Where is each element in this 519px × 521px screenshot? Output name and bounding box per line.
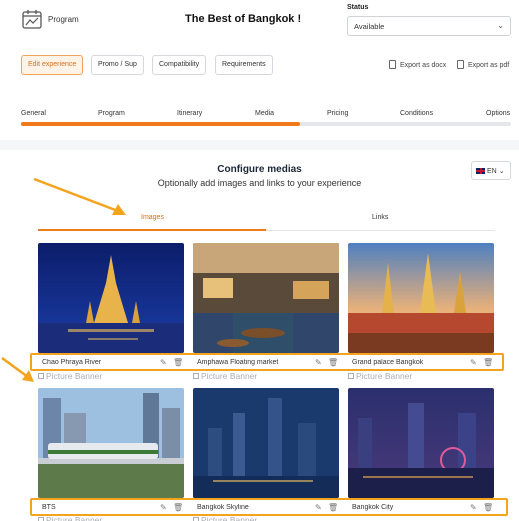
- media-image-amphawa[interactable]: [193, 243, 339, 353]
- checkbox-icon: [348, 373, 354, 379]
- arrow-annotation: [1, 356, 34, 382]
- section-divider: [0, 140, 519, 150]
- flag-uk-icon: [476, 168, 485, 174]
- chevron-down-icon: ⌄: [497, 21, 504, 30]
- export-pdf-label: Export as pdf: [468, 62, 510, 69]
- document-icon: [389, 60, 396, 69]
- picture-banner-label: Picture Banner: [201, 371, 258, 381]
- program-icon: [22, 10, 42, 29]
- export-pdf-button[interactable]: Export as pdf: [457, 60, 509, 69]
- media-image-grand-palace[interactable]: [348, 243, 494, 353]
- promo-sup-button[interactable]: Promo / Sup: [91, 55, 144, 75]
- export-docx-label: Export as docx: [400, 62, 447, 69]
- step-conditions[interactable]: Conditions: [400, 110, 433, 117]
- language-select[interactable]: EN ⌄: [471, 161, 511, 180]
- configure-title: Configure medias: [217, 164, 302, 175]
- picture-banner-checkbox[interactable]: Picture Banner: [38, 371, 102, 381]
- checkbox-icon: [38, 373, 44, 379]
- export-docx-button[interactable]: Export as docx: [389, 60, 446, 69]
- picture-banner-checkbox[interactable]: Picture Banner: [348, 371, 412, 381]
- caption-row-highlight: [30, 353, 504, 371]
- status-select[interactable]: Available ⌄: [347, 16, 511, 36]
- tab-active-indicator: [38, 229, 266, 231]
- progress-track: [21, 122, 511, 126]
- step-pricing[interactable]: Pricing: [327, 110, 348, 117]
- edit-experience-button[interactable]: Edit experience: [21, 55, 84, 75]
- step-general[interactable]: General: [21, 110, 46, 117]
- header: Program The Best of Bangkok ! Status Ava…: [0, 0, 519, 48]
- caption-row-highlight: [30, 498, 508, 516]
- picture-banner-label: Picture Banner: [46, 371, 103, 381]
- checkbox-icon: [38, 517, 44, 521]
- arrow-annotation: [33, 177, 126, 215]
- tab-images[interactable]: Images: [141, 214, 164, 221]
- media-image-bangkok-city[interactable]: [348, 388, 494, 498]
- checkbox-icon: [193, 373, 199, 379]
- picture-banner-label: Picture Banner: [356, 371, 413, 381]
- media-image-bts[interactable]: [38, 388, 184, 498]
- step-options[interactable]: Options: [486, 110, 510, 117]
- requirements-button[interactable]: Requirements: [215, 55, 273, 75]
- step-media[interactable]: Media: [255, 110, 274, 117]
- progress-fill: [21, 122, 301, 126]
- picture-banner-checkbox[interactable]: Picture Banner: [193, 371, 257, 381]
- language-value: EN: [487, 168, 497, 175]
- checkbox-icon: [193, 517, 199, 521]
- document-icon: [457, 60, 464, 69]
- step-itinerary[interactable]: Itinerary: [177, 110, 202, 117]
- compatibility-button[interactable]: Compatibility: [152, 55, 207, 75]
- tab-links[interactable]: Links: [372, 214, 388, 221]
- media-image-skyline[interactable]: [193, 388, 339, 498]
- chevron-down-icon: ⌄: [498, 168, 505, 175]
- status-value: Available: [354, 22, 385, 31]
- media-image-chao-phraya[interactable]: [38, 243, 184, 353]
- step-program[interactable]: Program: [98, 110, 125, 117]
- page-title: The Best of Bangkok !: [185, 13, 302, 25]
- status-label: Status: [347, 4, 369, 11]
- program-label: Program: [48, 15, 79, 24]
